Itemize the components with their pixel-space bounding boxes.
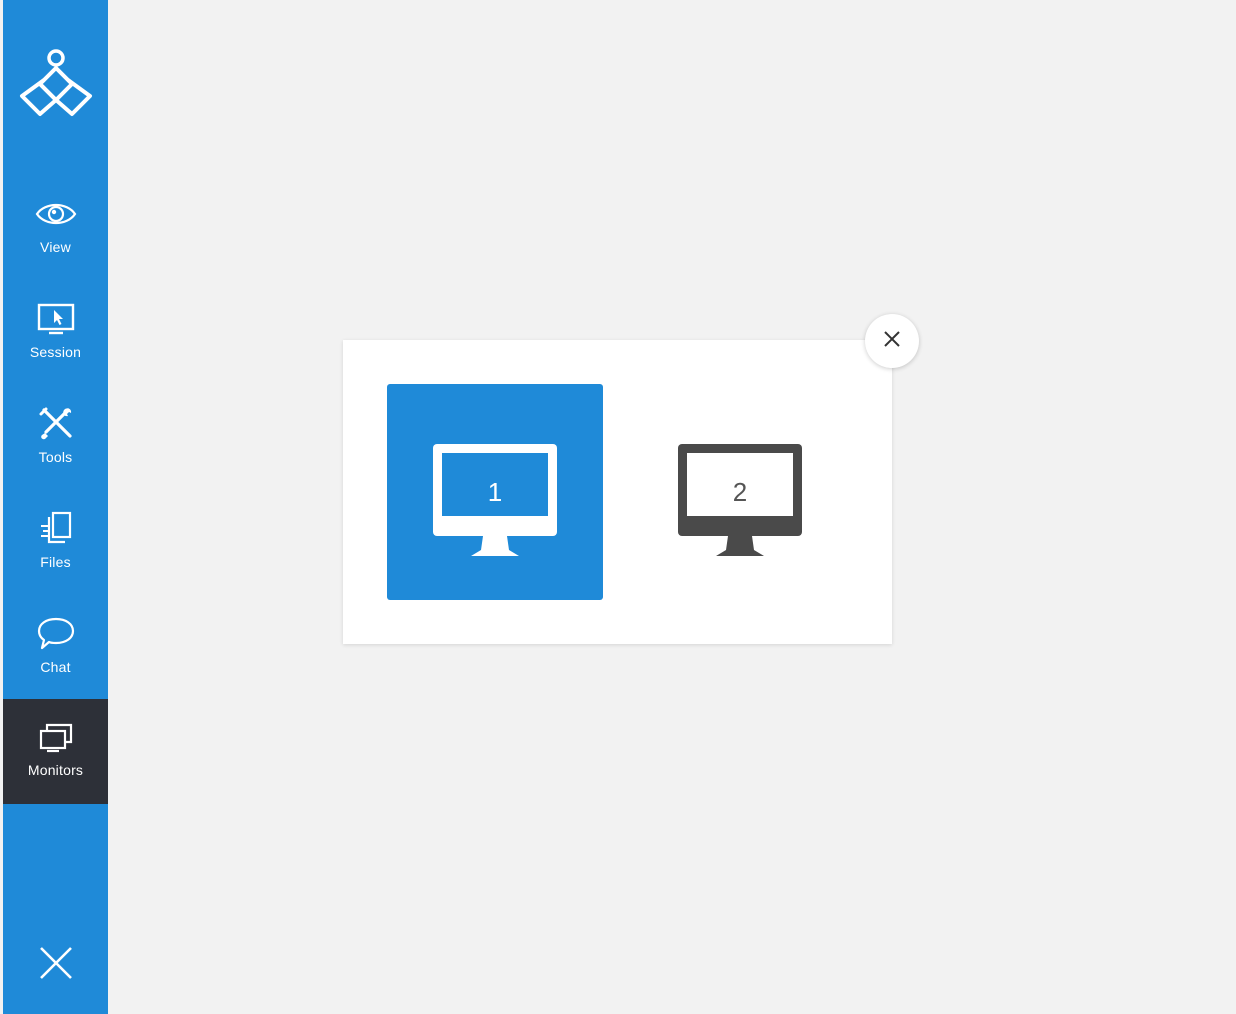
sidebar-item-view[interactable]: View	[3, 176, 108, 281]
sidebar-item-label: Monitors	[27, 762, 84, 778]
sidebar-item-monitors[interactable]: Monitors	[3, 699, 108, 804]
sidebar-item-label: Tools	[38, 449, 73, 465]
sidebar-item-chat[interactable]: Chat	[3, 596, 108, 701]
wrench-screwdriver-icon	[3, 404, 108, 444]
screen-cursor-icon	[3, 299, 108, 339]
close-icon	[39, 946, 73, 985]
remote-support-logo-icon	[3, 44, 108, 128]
app-window: View Session Tools Files Chat Monitors 1…	[0, 0, 1236, 1014]
monitor-number: 2	[732, 477, 748, 507]
exit-session-button[interactable]	[3, 935, 108, 995]
sidebar-item-label: Chat	[40, 659, 71, 675]
close-dialog-button[interactable]	[865, 314, 919, 368]
sidebar-item-label: View	[40, 239, 71, 255]
sidebar-item-label: Session	[29, 344, 82, 360]
monitor-select-dialog: 1 2	[343, 340, 892, 644]
eye-icon	[3, 194, 108, 234]
chat-bubble-icon	[3, 614, 108, 654]
close-icon	[883, 330, 901, 353]
sidebar-item-files[interactable]: Files	[3, 491, 108, 596]
sidebar-item-tools[interactable]: Tools	[3, 386, 108, 491]
sidebar: View Session Tools Files Chat Monitors	[3, 0, 108, 1014]
monitor-1-option[interactable]: 1	[387, 384, 603, 600]
sidebar-item-label: Files	[40, 554, 71, 570]
monitor-number: 1	[487, 477, 503, 507]
monitor-2-option[interactable]: 2	[632, 384, 848, 600]
monitors-icon	[3, 717, 108, 757]
sidebar-item-session[interactable]: Session	[3, 281, 108, 386]
files-transfer-icon	[3, 509, 108, 549]
